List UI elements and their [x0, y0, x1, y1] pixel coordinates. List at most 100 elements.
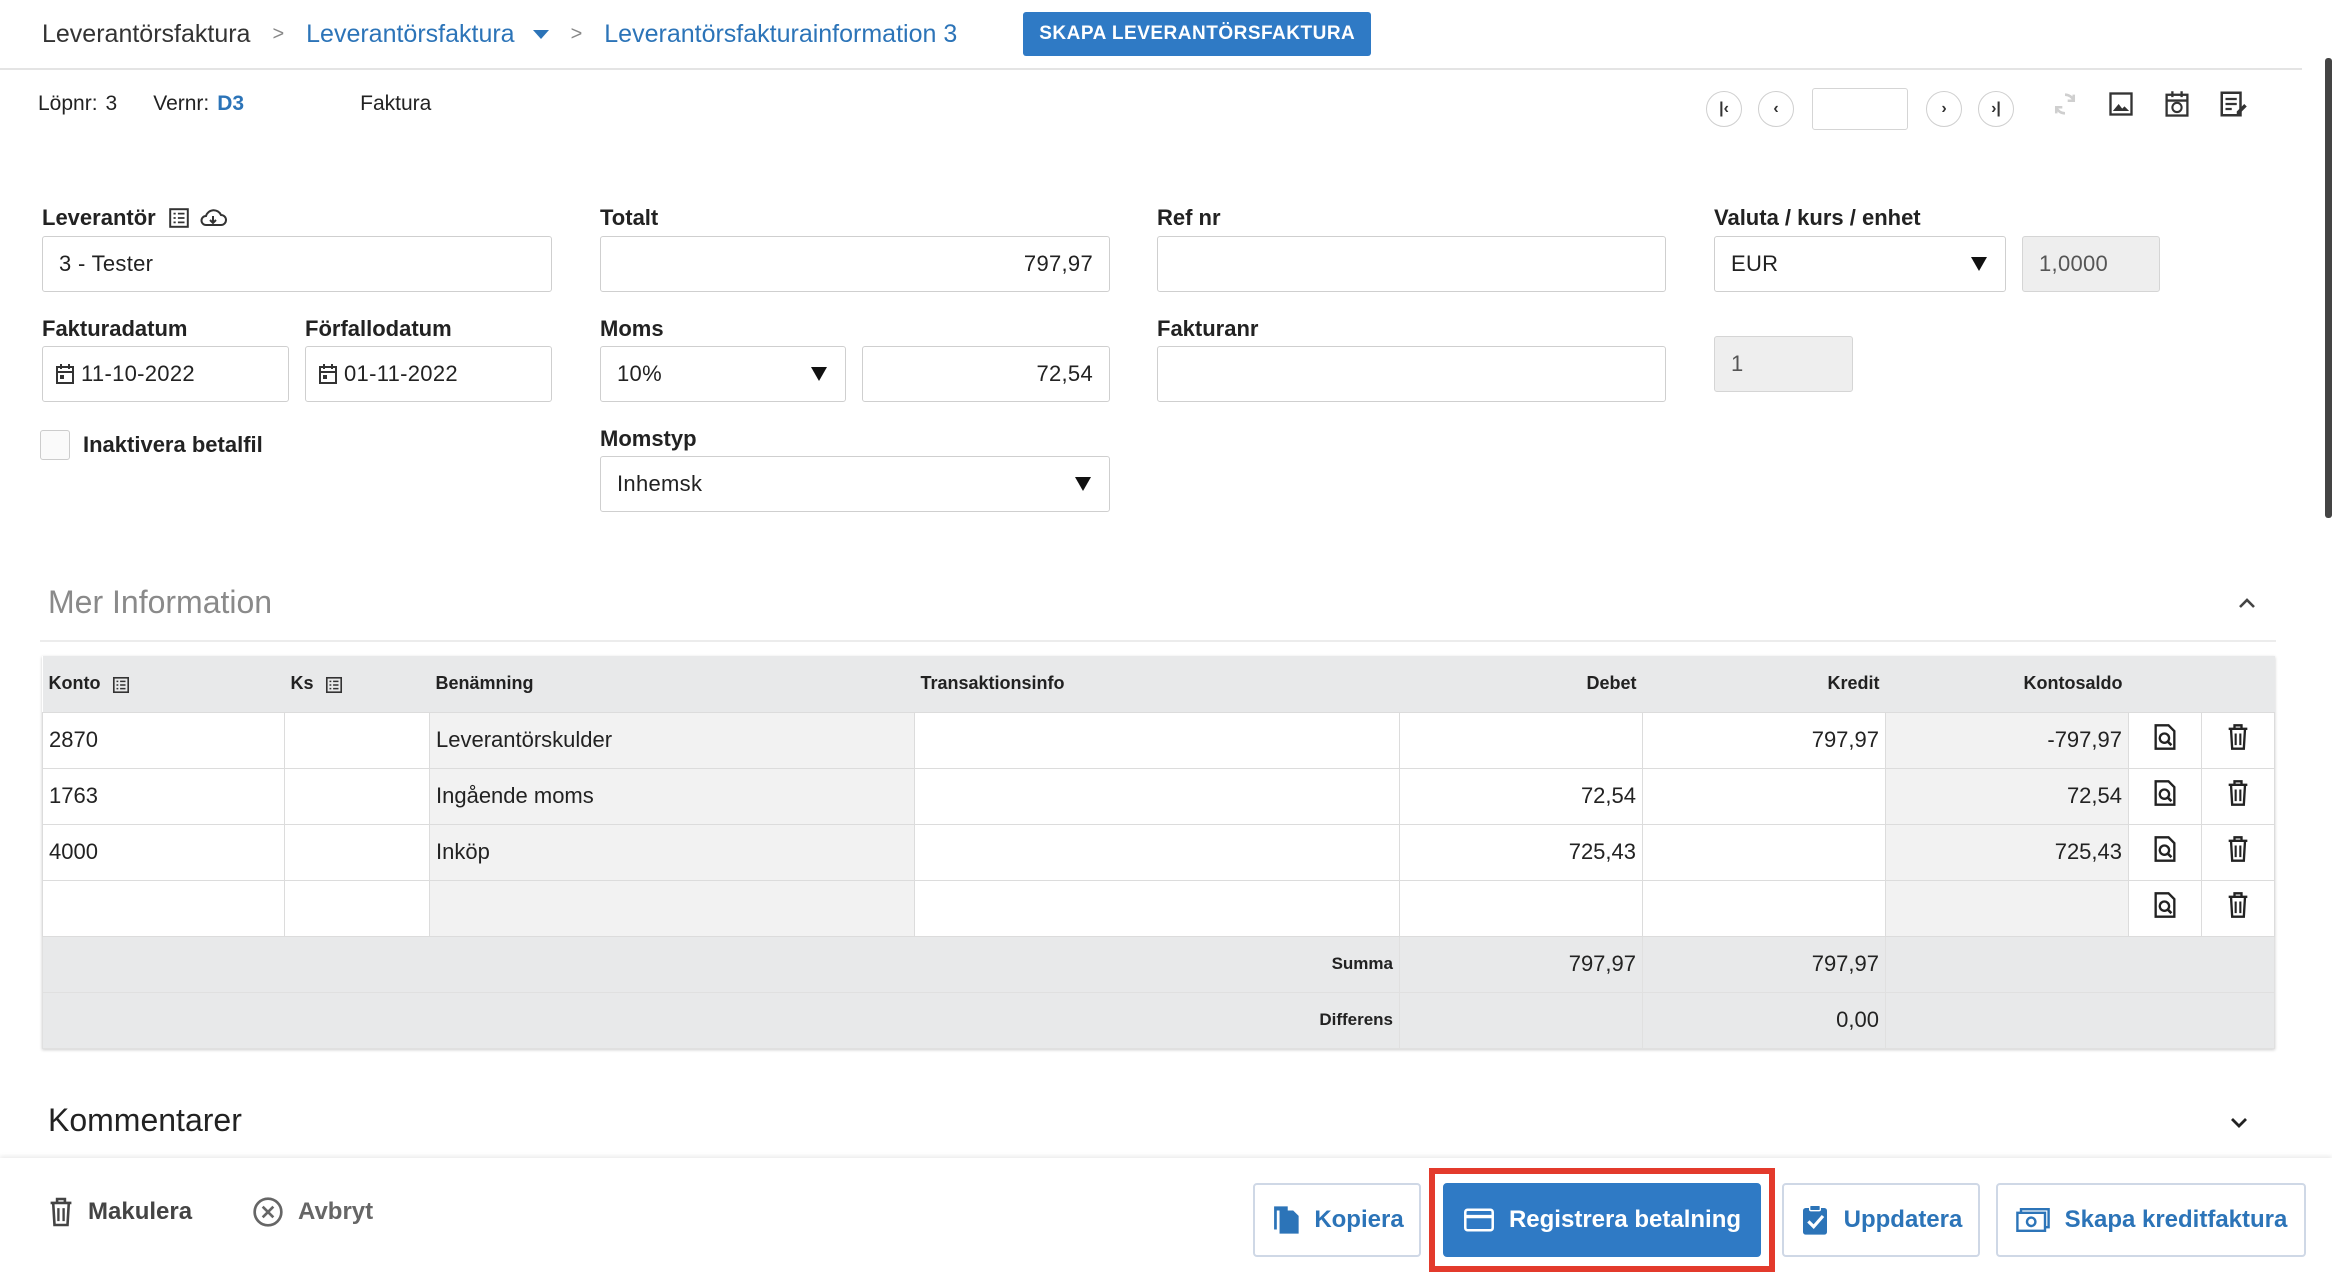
- first-record-icon[interactable]: |‹: [1706, 91, 1742, 127]
- cell-debet[interactable]: 725,43: [1399, 823, 1643, 881]
- image-icon[interactable]: [2106, 88, 2136, 120]
- cell-debet[interactable]: 72,54: [1399, 767, 1643, 825]
- column-header-benamning: Benämning: [429, 656, 915, 712]
- trash-icon[interactable]: [2226, 779, 2250, 807]
- trash-icon[interactable]: [2226, 835, 2250, 863]
- vernr-link[interactable]: D3: [217, 92, 244, 116]
- list-icon[interactable]: [325, 676, 343, 694]
- table-row: 4000 Inköp 725,43 725,43: [42, 823, 2275, 881]
- cell-konto[interactable]: 1763: [42, 767, 285, 825]
- chevron-down-icon[interactable]: [2228, 1112, 2250, 1134]
- cell-kontosaldo: 725,43: [1885, 823, 2129, 881]
- caret-down-icon[interactable]: [532, 29, 549, 39]
- enhet-input: 1: [1714, 336, 1853, 392]
- list-icon[interactable]: [112, 676, 130, 694]
- cancel-circle-icon: [253, 1197, 283, 1227]
- kommentarer-title[interactable]: Kommentarer: [48, 1102, 242, 1139]
- momstyp-value: Inhemsk: [617, 471, 703, 496]
- breadcrumb-item-list[interactable]: Leverantörsfaktura: [306, 20, 514, 49]
- cell-debet[interactable]: [1399, 711, 1643, 769]
- cell-konto[interactable]: [42, 879, 285, 937]
- column-header-kontosaldo: Kontosaldo: [1885, 656, 2129, 712]
- create-invoice-button[interactable]: SKAPA LEVERANTÖRSFAKTURA: [1023, 12, 1372, 56]
- skapa-kreditfaktura-button[interactable]: Skapa kreditfaktura: [1996, 1183, 2306, 1257]
- document-search-icon[interactable]: [2152, 891, 2178, 919]
- forfallodatum-field[interactable]: 01-11-2022: [305, 346, 552, 402]
- calendar-refresh-icon[interactable]: [2162, 88, 2192, 120]
- uppdatera-label: Uppdatera: [1843, 1206, 1963, 1233]
- list-icon[interactable]: [168, 207, 190, 229]
- differens-label: Differens: [42, 991, 1400, 1049]
- mer-information-title[interactable]: Mer Information: [48, 584, 272, 621]
- document-search-icon[interactable]: [2152, 835, 2178, 863]
- fakturanr-input[interactable]: [1157, 346, 1666, 402]
- cell-ks[interactable]: [284, 823, 430, 881]
- trash-icon[interactable]: [2226, 891, 2250, 919]
- invoice-type: Faktura: [360, 92, 432, 115]
- leverantor-input[interactable]: 3 - Tester: [42, 236, 552, 292]
- kopiera-label: Kopiera: [1314, 1206, 1404, 1233]
- cell-kredit[interactable]: [1642, 767, 1886, 825]
- refnr-label: Ref nr: [1157, 205, 1221, 230]
- avbryt-button[interactable]: Avbryt: [252, 1196, 373, 1228]
- cell-delete: [2201, 823, 2275, 881]
- momstyp-select[interactable]: Inhemsk: [600, 456, 1110, 512]
- makulera-label: Makulera: [88, 1198, 193, 1225]
- cell-konto[interactable]: 2870: [42, 711, 285, 769]
- refresh-icon[interactable]: [2050, 88, 2080, 120]
- cell-transaktionsinfo[interactable]: [914, 879, 1400, 937]
- breadcrumb-item-current[interactable]: Leverantörsfakturainformation 3: [604, 20, 957, 49]
- moms-rate-select[interactable]: 10%: [600, 346, 846, 402]
- totalt-label: Totalt: [600, 205, 659, 230]
- cell-transaktionsinfo[interactable]: [914, 711, 1400, 769]
- record-number-input[interactable]: [1812, 88, 1908, 130]
- page-scrollbar[interactable]: [2325, 58, 2332, 518]
- cell-ks[interactable]: [284, 711, 430, 769]
- document-search-icon[interactable]: [2152, 723, 2178, 751]
- cell-transaktionsinfo[interactable]: [914, 767, 1400, 825]
- breadcrumb: Leverantörsfaktura > Leverantörsfaktura …: [0, 0, 2302, 70]
- trash-icon[interactable]: [2226, 723, 2250, 751]
- differens-empty: [1885, 991, 2275, 1049]
- column-header-delete: [2201, 656, 2275, 712]
- edit-note-icon[interactable]: [2218, 88, 2248, 120]
- cell-kredit[interactable]: [1642, 823, 1886, 881]
- inaktivera-betalfil-checkbox[interactable]: [40, 430, 70, 460]
- fakturadatum-field[interactable]: 11-10-2022: [42, 346, 289, 402]
- makulera-button[interactable]: Makulera: [48, 1196, 192, 1228]
- document-search-icon[interactable]: [2152, 779, 2178, 807]
- refnr-input[interactable]: [1157, 236, 1666, 292]
- differens-kredit: 0,00: [1642, 991, 1886, 1049]
- breadcrumb-item-root[interactable]: Leverantörsfaktura: [42, 20, 250, 49]
- summa-kredit: 797,97: [1642, 935, 1886, 993]
- column-header-ks[interactable]: Ks: [284, 656, 430, 712]
- next-record-icon[interactable]: ›: [1926, 91, 1962, 127]
- clipboard-check-icon: [1802, 1204, 1827, 1235]
- column-header-debet: Debet: [1399, 656, 1643, 712]
- kopiera-button[interactable]: Kopiera: [1253, 1183, 1421, 1257]
- cell-ks[interactable]: [284, 767, 430, 825]
- uppdatera-button[interactable]: Uppdatera: [1782, 1183, 1980, 1257]
- moms-amount-input[interactable]: 72,54: [862, 346, 1110, 402]
- cell-view: [2128, 711, 2202, 769]
- cell-debet[interactable]: [1399, 879, 1643, 937]
- cell-kredit[interactable]: 797,97: [1642, 711, 1886, 769]
- cloud-download-icon[interactable]: [198, 207, 228, 229]
- calendar-icon: [56, 364, 74, 384]
- lopnr-label: Löpnr:: [38, 92, 98, 115]
- leverantor-label: Leverantör: [42, 205, 156, 230]
- totalt-input[interactable]: 797,97: [600, 236, 1110, 292]
- cell-kredit[interactable]: [1642, 879, 1886, 937]
- valuta-select[interactable]: EUR: [1714, 236, 2006, 292]
- cell-delete: [2201, 879, 2275, 937]
- previous-record-icon[interactable]: ‹: [1758, 91, 1794, 127]
- last-record-icon[interactable]: ›|: [1978, 91, 2014, 127]
- chevron-up-icon[interactable]: [2236, 592, 2258, 614]
- moms-rate-value: 10%: [617, 361, 662, 386]
- money-icon: [2015, 1208, 2050, 1232]
- calendar-icon: [319, 364, 337, 384]
- cell-transaktionsinfo[interactable]: [914, 823, 1400, 881]
- cell-konto[interactable]: 4000: [42, 823, 285, 881]
- cell-ks[interactable]: [284, 879, 430, 937]
- column-header-konto[interactable]: Konto: [42, 656, 285, 712]
